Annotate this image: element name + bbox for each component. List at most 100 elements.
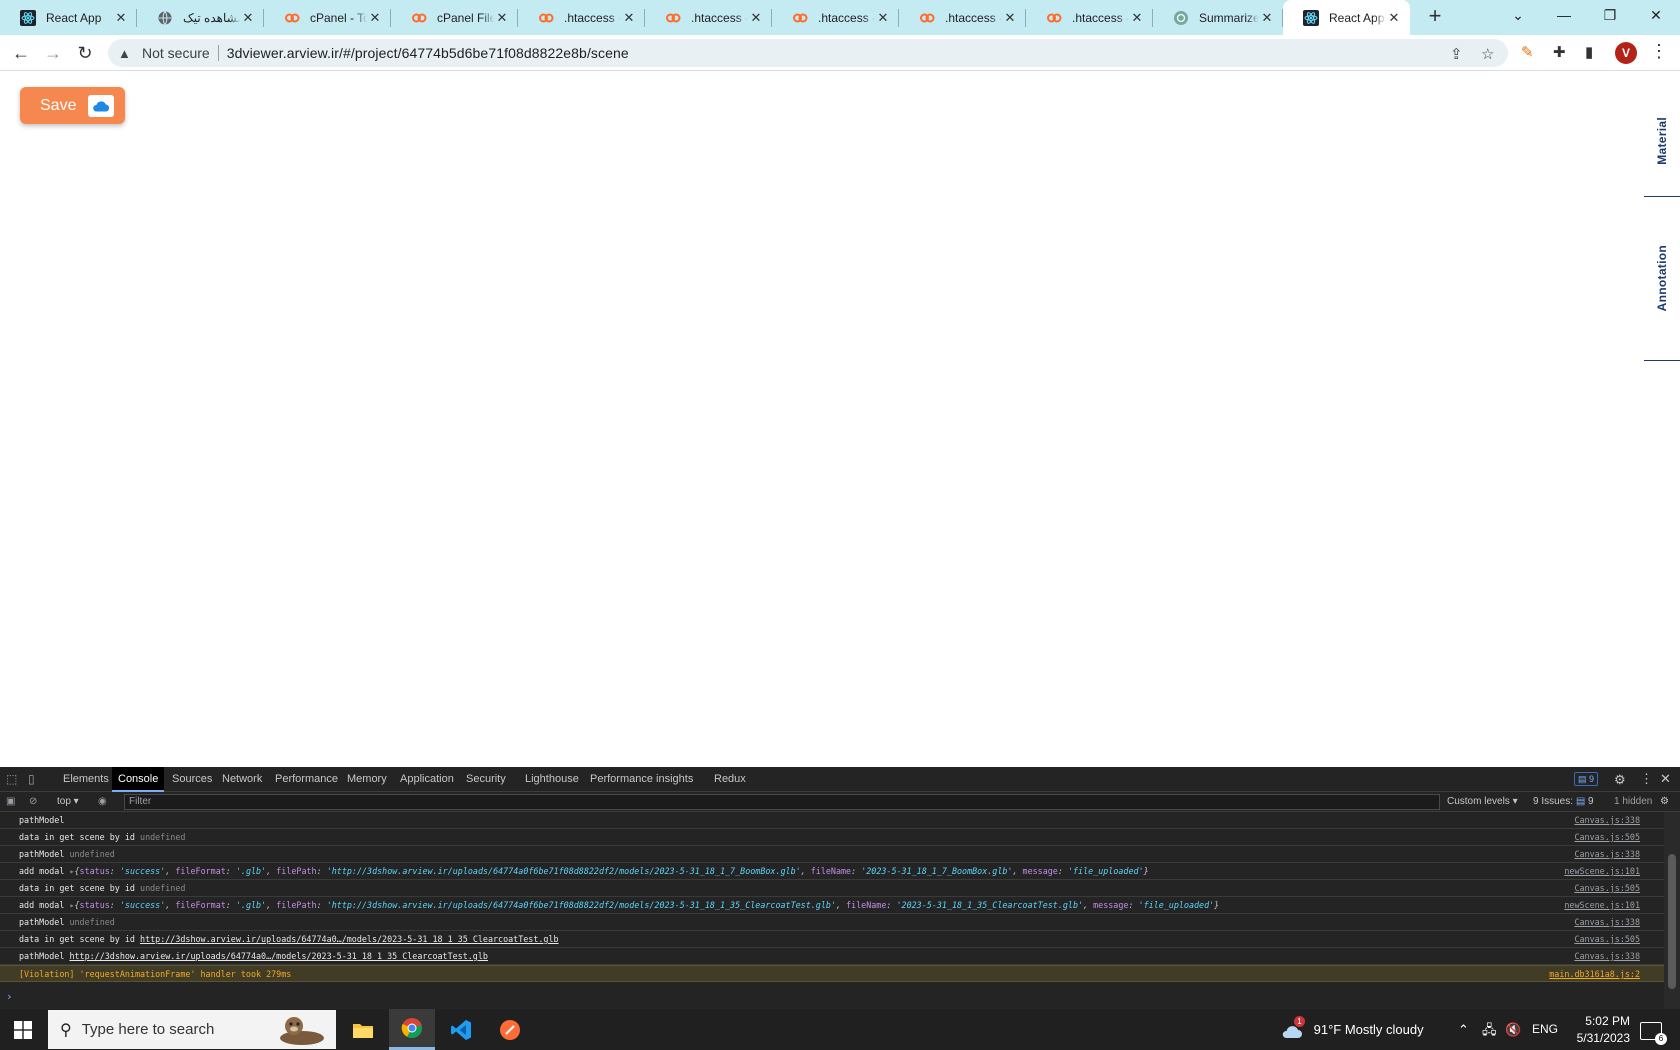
log-url-link[interactable]: http://3dshow.arview.ir/uploads/64774a0…… — [69, 951, 488, 961]
close-icon[interactable]: ✕ — [1386, 10, 1402, 26]
tab-3[interactable]: cPanel - Too ✕ — [264, 0, 391, 35]
tab-performance[interactable]: Performance — [275, 767, 338, 792]
side-panel-icon[interactable]: ▮ — [1585, 43, 1593, 61]
close-icon[interactable]: ✕ — [113, 10, 129, 26]
tab-summarize[interactable]: Summarize ✕ — [1153, 0, 1283, 35]
close-icon[interactable]: ✕ — [875, 10, 891, 26]
tab-network[interactable]: Network — [222, 767, 262, 792]
close-icon[interactable]: ✕ — [1002, 10, 1018, 26]
issues-counter[interactable]: 9 Issues: ▤ 9 — [1533, 794, 1594, 810]
console-row: data in get scene by id undefined Canvas… — [0, 829, 1664, 846]
tab-sources[interactable]: Sources — [172, 767, 212, 792]
settings-gear-icon[interactable]: ⚙ — [1614, 772, 1626, 788]
close-icon[interactable]: ✕ — [240, 10, 256, 26]
console-settings-icon[interactable]: ⚙ — [1660, 794, 1669, 810]
tab-elements[interactable]: Elements — [63, 767, 109, 792]
new-tab-button[interactable]: + — [1422, 4, 1448, 30]
tab-8[interactable]: .htaccess - c ✕ — [899, 0, 1026, 35]
tab-react-app-1[interactable]: React App ✕ — [0, 0, 137, 35]
side-tab-material[interactable]: Material — [1644, 92, 1680, 189]
security-label[interactable]: Not secure — [142, 45, 210, 61]
language-indicator[interactable]: ENG — [1532, 1009, 1558, 1050]
side-tab-annotation[interactable]: Annotation — [1644, 197, 1680, 359]
log-source-link[interactable]: Canvas.js:505 — [1574, 880, 1640, 896]
console-prompt[interactable]: › — [6, 990, 13, 1003]
volume-muted-icon[interactable]: 🔇 — [1505, 1009, 1521, 1050]
more-menu-icon[interactable]: ⋮ — [1640, 771, 1653, 787]
save-button[interactable]: Save — [20, 87, 125, 124]
url-text[interactable]: 3dviewer.arview.ir/#/project/64774b5d6be… — [227, 45, 629, 61]
taskbar-search[interactable]: ⚲ Type here to search — [48, 1010, 336, 1049]
tab-security[interactable]: Security — [466, 767, 506, 792]
close-icon[interactable]: ✕ — [494, 10, 510, 26]
system-clock[interactable]: 5:02 PM 5/31/2023 — [1560, 1013, 1630, 1047]
console-row[interactable]: add modal ▸{status: 'success', fileForma… — [0, 897, 1664, 914]
chevron-up-icon[interactable]: ⌃ — [1458, 1009, 1469, 1050]
console-scrollbar[interactable] — [1664, 812, 1680, 1009]
weather-widget[interactable]: 1 91°F Mostly cloudy — [1280, 1009, 1424, 1050]
pen-icon[interactable]: ✎ — [1521, 43, 1534, 61]
extensions-icon[interactable]: ✚ — [1553, 43, 1566, 61]
eye-icon[interactable]: ◉ — [98, 794, 107, 810]
restore-button[interactable]: ❐ — [1587, 0, 1633, 32]
tab-2[interactable]: مشاهده تیک ✕ — [137, 0, 264, 35]
close-icon[interactable]: ✕ — [748, 10, 764, 26]
avatar[interactable]: V — [1615, 42, 1637, 64]
postman-icon[interactable] — [487, 1009, 533, 1050]
log-source-link[interactable]: Canvas.js:505 — [1574, 829, 1640, 845]
log-source-link[interactable]: Canvas.js:338 — [1574, 914, 1640, 930]
reload-icon[interactable]: ↻ — [72, 40, 98, 66]
hidden-count: 1 hidden — [1614, 796, 1653, 807]
issues-badge[interactable]: ▤ 9 — [1574, 772, 1599, 786]
log-url-link[interactable]: http://3dshow.arview.ir/uploads/64774a0…… — [140, 934, 559, 944]
more-menu-icon[interactable]: ⋮ — [1650, 41, 1668, 62]
tab-application[interactable]: Application — [400, 767, 454, 792]
tab-9[interactable]: .htaccess - c ✕ — [1026, 0, 1153, 35]
tab-react-app-active[interactable]: React App ✕ — [1283, 0, 1410, 35]
close-icon[interactable]: ✕ — [1259, 10, 1275, 26]
log-source-link[interactable]: Canvas.js:505 — [1574, 931, 1640, 947]
log-source-link[interactable]: Canvas.js:338 — [1574, 948, 1640, 964]
close-icon[interactable]: ✕ — [367, 10, 383, 26]
context-select[interactable]: top ▾ — [57, 794, 79, 810]
log-source-link[interactable]: newScene.js:101 — [1564, 897, 1640, 913]
inspect-icon[interactable]: ⬚ — [6, 772, 17, 786]
tab-5[interactable]: .htaccess - c ✕ — [518, 0, 645, 35]
minimize-button[interactable]: — — [1541, 0, 1587, 32]
sidebar-toggle-icon[interactable]: ▣ — [6, 794, 15, 810]
close-icon[interactable]: ✕ — [621, 10, 637, 26]
star-icon[interactable]: ☆ — [1481, 45, 1494, 63]
close-icon[interactable]: ✕ — [1660, 771, 1671, 787]
vscode-icon[interactable] — [438, 1009, 484, 1050]
close-icon[interactable]: ✕ — [1129, 10, 1145, 26]
tab-7[interactable]: .htaccess - c ✕ — [772, 0, 899, 35]
console-row[interactable]: add modal ▸{status: 'success', fileForma… — [0, 863, 1664, 880]
forward-arrow-icon[interactable]: → — [40, 40, 66, 66]
tab-lighthouse[interactable]: Lighthouse — [525, 767, 579, 792]
share-icon[interactable]: ⇪ — [1450, 45, 1463, 63]
file-explorer-icon[interactable] — [340, 1009, 386, 1050]
device-toggle-icon[interactable]: ▯ — [28, 772, 35, 786]
log-levels-select[interactable]: Custom levels ▾ — [1447, 794, 1518, 810]
filter-input[interactable]: Filter — [124, 794, 1440, 810]
tab-memory[interactable]: Memory — [347, 767, 387, 792]
notification-icon[interactable]: 6 — [1640, 1009, 1667, 1050]
tab-6[interactable]: .htaccess - c ✕ — [645, 0, 772, 35]
address-bar[interactable]: ▲ Not secure 3dviewer.arview.ir/#/projec… — [108, 39, 1508, 67]
log-source-link[interactable]: Canvas.js:338 — [1574, 846, 1640, 862]
tab-4[interactable]: cPanel File M ✕ — [391, 0, 518, 35]
chrome-icon[interactable] — [389, 1009, 435, 1050]
warning-icon[interactable]: ▲ — [118, 46, 136, 61]
network-icon[interactable]: 🖧 — [1482, 1009, 1497, 1050]
log-source-link[interactable]: main.db3161a8.js:2 — [1549, 966, 1640, 982]
log-source-link[interactable]: Canvas.js:338 — [1574, 812, 1640, 828]
tab-console[interactable]: Console — [112, 767, 165, 792]
back-arrow-icon[interactable]: ← — [8, 40, 34, 66]
tab-performance-insights[interactable]: Performance insights — [590, 767, 693, 792]
tab-search-icon[interactable]: ⌄ — [1495, 0, 1541, 32]
tab-redux[interactable]: Redux — [714, 767, 746, 792]
clear-console-icon[interactable]: ⊘ — [29, 794, 37, 810]
log-source-link[interactable]: newScene.js:101 — [1564, 863, 1640, 879]
windows-start-icon[interactable] — [0, 1009, 46, 1050]
close-window-button[interactable]: ✕ — [1633, 0, 1679, 32]
